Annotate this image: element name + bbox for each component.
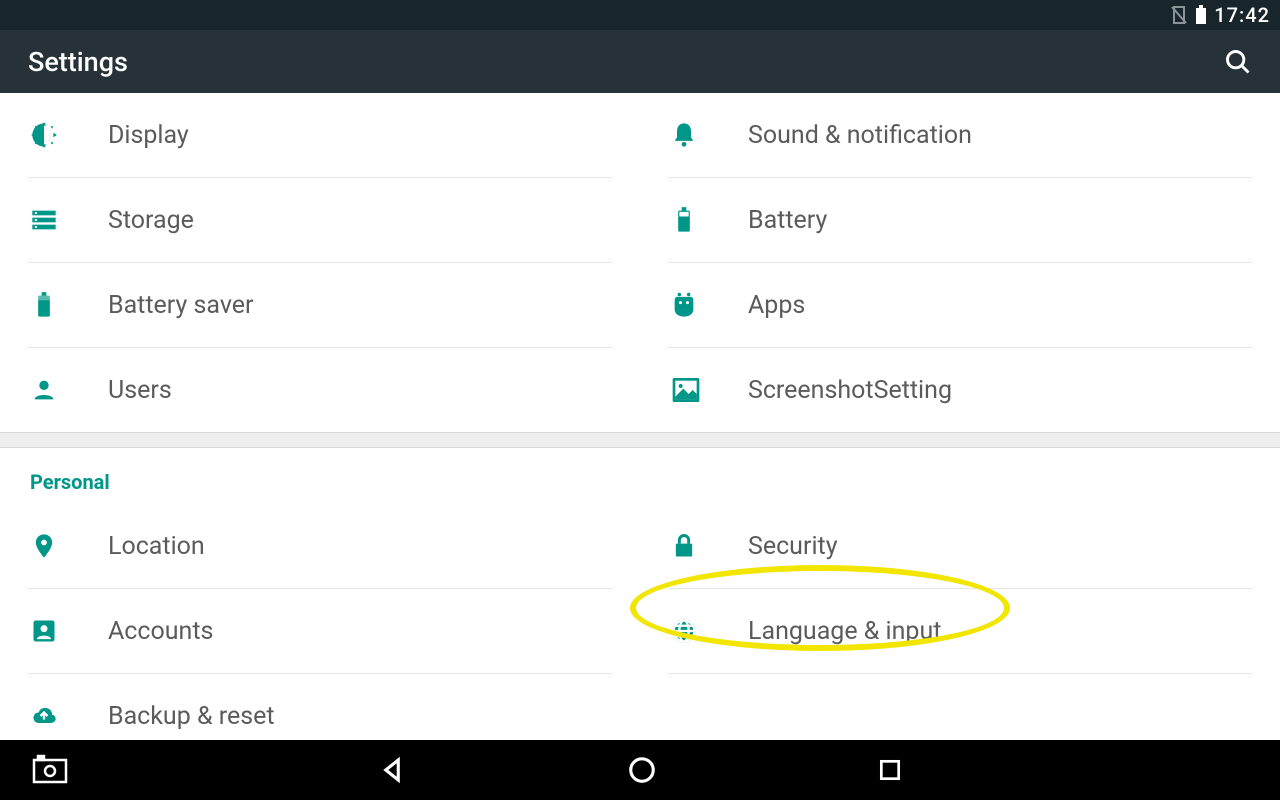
section-divider (0, 432, 1280, 448)
display-icon (30, 121, 108, 149)
accounts-icon (30, 617, 108, 645)
settings-item-label: Location (108, 532, 205, 561)
no-sim-icon (1170, 5, 1188, 25)
globe-icon (670, 617, 748, 645)
settings-item-sound[interactable]: Sound & notification (640, 93, 1280, 177)
location-icon (30, 532, 108, 560)
settings-item-location[interactable]: Location (0, 504, 640, 588)
search-button[interactable] (1224, 48, 1252, 76)
settings-item-label: Security (748, 532, 838, 561)
apps-icon (670, 291, 748, 319)
clock-time: 17:42 (1214, 3, 1270, 27)
settings-item-accounts[interactable]: Accounts (0, 589, 640, 673)
screenshot-icon (670, 374, 748, 406)
settings-item-users[interactable]: Users (0, 348, 640, 432)
screenshot-button[interactable] (30, 754, 70, 786)
settings-item-security[interactable]: Security (640, 504, 1280, 588)
settings-item-label: Apps (748, 291, 805, 320)
settings-item-screenshot[interactable]: ScreenshotSetting (640, 348, 1280, 432)
back-button[interactable] (377, 755, 407, 785)
app-bar: Settings (0, 30, 1280, 93)
backup-icon (30, 702, 108, 730)
battery-icon (670, 206, 748, 234)
recent-apps-button[interactable] (877, 757, 903, 783)
navigation-bar (0, 740, 1280, 800)
settings-content: Display Storage Battery saver (0, 93, 1280, 740)
home-button[interactable] (627, 755, 657, 785)
settings-item-label: Battery (748, 206, 827, 235)
settings-item-label: Backup & reset (108, 702, 275, 731)
page-title: Settings (28, 46, 128, 78)
settings-item-label: Storage (108, 206, 194, 235)
section-header-personal: Personal (0, 448, 1280, 504)
settings-item-label: ScreenshotSetting (748, 376, 952, 405)
lock-icon (670, 532, 748, 560)
settings-item-storage[interactable]: Storage (0, 178, 640, 262)
users-icon (30, 376, 108, 404)
settings-item-label: Battery saver (108, 291, 254, 320)
settings-item-language[interactable]: Language & input (640, 589, 1280, 673)
settings-item-battery-saver[interactable]: Battery saver (0, 263, 640, 347)
settings-item-label: Sound & notification (748, 121, 972, 150)
settings-item-backup[interactable]: Backup & reset (0, 674, 640, 740)
settings-item-battery[interactable]: Battery (640, 178, 1280, 262)
settings-item-label: Display (108, 121, 189, 150)
settings-item-label: Users (108, 376, 172, 405)
battery-saver-icon (30, 291, 108, 319)
status-bar: 17:42 (0, 0, 1280, 30)
battery-icon (1194, 5, 1208, 25)
settings-item-label: Accounts (108, 617, 213, 646)
settings-item-display[interactable]: Display (0, 93, 640, 177)
bell-icon (670, 121, 748, 149)
storage-icon (30, 206, 108, 234)
settings-item-apps[interactable]: Apps (640, 263, 1280, 347)
settings-item-label: Language & input (748, 617, 941, 646)
